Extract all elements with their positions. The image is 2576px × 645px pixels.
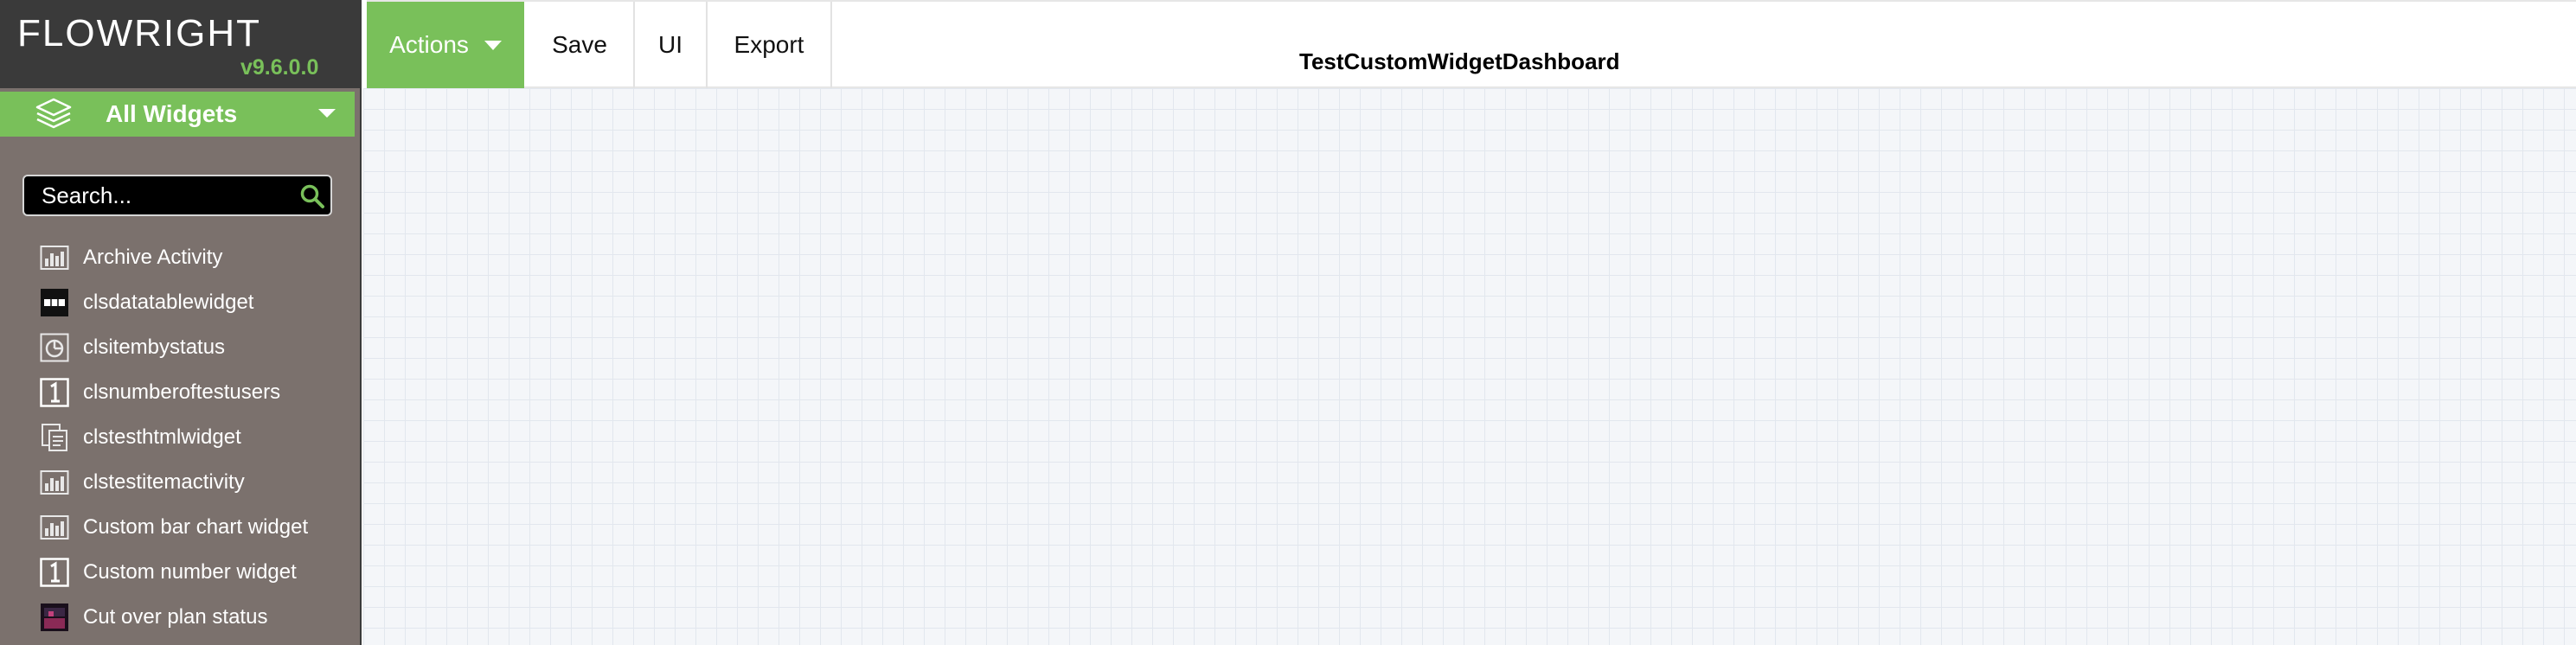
widget-search-box	[22, 175, 332, 216]
bar-chart-icon	[40, 470, 69, 495]
layers-icon	[35, 98, 72, 129]
list-item-label: Cut over plan status	[83, 605, 268, 629]
list-item[interactable]: clstesthtmlwidget	[0, 415, 355, 460]
number-icon	[40, 558, 69, 587]
save-button[interactable]: Save	[526, 2, 635, 88]
widget-category-label: All Widgets	[106, 100, 238, 127]
widget-list: Archive Activity clsdatatablewidget clsi…	[0, 235, 355, 640]
list-item[interactable]: clsnumberoftestusers	[0, 370, 355, 415]
chevron-down-icon	[484, 40, 502, 50]
html-doc-icon	[42, 424, 67, 451]
list-item[interactable]: clsitembystatus	[0, 325, 355, 370]
list-item-label: clsitembystatus	[83, 335, 226, 359]
widget-sidebar: FLOWRIGHT v9.6.0.0 All Widgets Archive A…	[0, 0, 362, 645]
data-table-icon	[41, 289, 68, 316]
actions-button[interactable]: Actions	[367, 2, 524, 88]
pie-chart-icon	[40, 333, 69, 362]
widget-search-input[interactable]	[40, 181, 294, 210]
number-icon	[40, 378, 69, 407]
ui-button[interactable]: UI	[635, 2, 708, 88]
bar-chart-icon	[40, 246, 69, 270]
list-item-label: clstestitemactivity	[83, 470, 245, 494]
version-label: v9.6.0.0	[240, 55, 319, 80]
dashboard-canvas[interactable]	[363, 88, 2576, 645]
export-button[interactable]: Export	[708, 2, 832, 88]
list-item-label: clsnumberoftestusers	[83, 380, 281, 404]
list-item[interactable]: Archive Activity	[0, 235, 355, 280]
logo: FLOWRIGHT v9.6.0.0	[0, 0, 360, 88]
list-item-label: Custom number widget	[83, 560, 297, 584]
list-item[interactable]: Cut over plan status	[0, 595, 355, 640]
chevron-down-icon	[318, 109, 336, 118]
list-item-label: clstesthtmlwidget	[83, 425, 241, 449]
list-item[interactable]: Custom number widget	[0, 550, 355, 595]
widget-category-dropdown[interactable]: All Widgets	[0, 92, 355, 137]
list-item[interactable]: clsdatatablewidget	[0, 280, 355, 325]
list-item[interactable]: clstestitemactivity	[0, 460, 355, 505]
actions-label: Actions	[389, 31, 469, 58]
list-item-label: clsdatatablewidget	[83, 291, 254, 314]
list-item-label: Archive Activity	[83, 246, 223, 269]
list-item-label: Custom bar chart widget	[83, 515, 309, 539]
logo-text: FLOWRIGHT	[17, 12, 261, 54]
status-image-icon	[41, 603, 68, 631]
top-toolbar: Actions Save UI Export TestCustomWidgetD…	[367, 0, 2576, 88]
dashboard-title: TestCustomWidgetDashboard	[1299, 48, 1620, 74]
list-item[interactable]: Custom bar chart widget	[0, 505, 355, 550]
search-icon[interactable]	[299, 183, 325, 209]
bar-chart-icon	[40, 515, 69, 540]
